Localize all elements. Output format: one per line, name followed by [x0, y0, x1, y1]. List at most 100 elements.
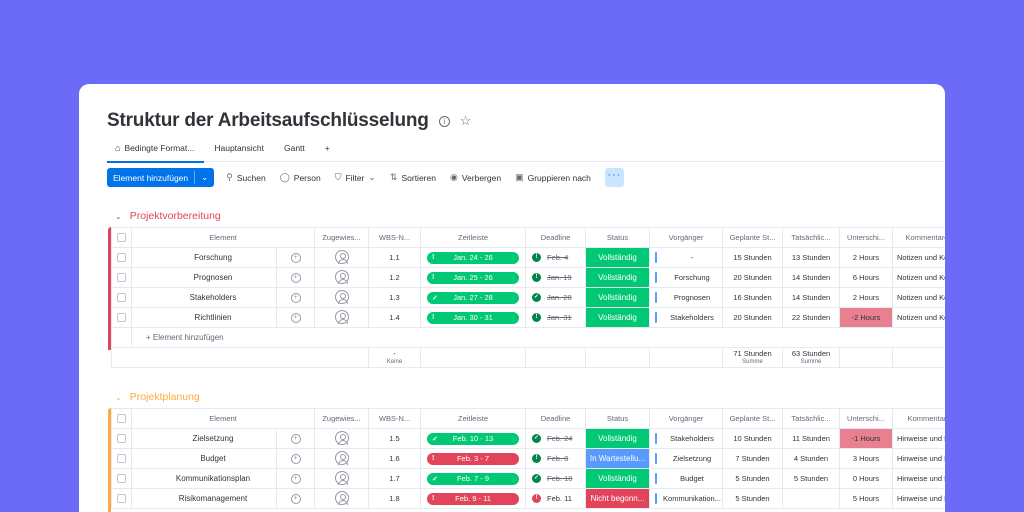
timeline-pill[interactable]: ✓ Jan. 27 - 28 [427, 291, 520, 304]
assignee-cell[interactable] [314, 488, 370, 509]
assignee-cell[interactable] [314, 287, 370, 308]
table-row[interactable]: Zielsetzung +1.5 ✓ Feb. 10 - 13 ✓ Feb. 24 Voll… [111, 428, 945, 449]
add-comment-icon[interactable]: + [290, 434, 301, 444]
avatar-icon[interactable] [334, 249, 349, 264]
row-checkbox-cell[interactable] [111, 287, 132, 308]
difference-cell[interactable]: 2 Hours [839, 287, 894, 308]
assignee-cell[interactable] [314, 468, 370, 489]
add-comment-icon[interactable]: + [290, 474, 301, 484]
deadline-cell[interactable]: ! Feb. 4 [525, 247, 587, 268]
row-checkbox-cell[interactable] [111, 488, 132, 509]
checkbox[interactable] [117, 233, 126, 243]
planned-hours-cell[interactable]: 5 Stunden [722, 488, 784, 509]
timeline-pill[interactable]: ✓ Feb. 10 - 13 [427, 432, 520, 445]
predecessor-cell[interactable]: Forschung [649, 267, 724, 288]
add-update-cell[interactable]: + [275, 267, 316, 288]
deadline-cell[interactable]: ✓ Jan. 28 [525, 287, 587, 308]
predecessor-cell[interactable]: Stakeholders [649, 307, 724, 328]
row-checkbox-cell[interactable] [111, 267, 132, 288]
column-header[interactable]: Tatsächlic... [782, 227, 841, 248]
actual-hours-cell[interactable]: 14 Stunden [782, 287, 841, 308]
table-row[interactable]: Forschung +1.1! Jan. 24 - 26! Feb. 4 Vollstä… [111, 247, 945, 268]
more-options-button[interactable]: ··· [604, 168, 624, 187]
row-checkbox-cell[interactable] [111, 468, 132, 489]
difference-cell[interactable]: 3 Hours [839, 448, 894, 469]
assignee-cell[interactable] [314, 307, 370, 328]
add-comment-icon[interactable]: + [290, 293, 301, 303]
difference-cell[interactable]: 0 Hours [839, 468, 894, 489]
actual-hours-cell[interactable]: 13 Stunden [782, 247, 841, 268]
actual-hours-cell[interactable]: 14 Stunden [782, 267, 841, 288]
predecessor-cell[interactable]: Zielsetzung [649, 448, 724, 469]
deadline-cell[interactable]: ! Feb. 8 [525, 448, 587, 469]
timeline-cell[interactable]: ✓ Feb. 10 - 13 [420, 428, 527, 449]
add-update-cell[interactable]: + [275, 428, 316, 449]
wbs-cell[interactable]: 1.2 [368, 267, 422, 288]
item-name[interactable]: Kommunikationsplan [131, 468, 277, 489]
status-cell[interactable]: In Wartestellu... [585, 448, 651, 469]
add-update-cell[interactable]: + [275, 307, 316, 328]
group-by-button[interactable]: ▣ Gruppieren nach [515, 172, 591, 183]
assignee-cell[interactable] [314, 448, 370, 469]
column-header[interactable]: WBS-N... [368, 408, 422, 429]
checkbox[interactable] [117, 494, 126, 504]
actual-hours-cell[interactable]: 22 Stunden [782, 307, 841, 328]
add-update-cell[interactable]: + [275, 488, 316, 509]
column-header[interactable]: Unterschi... [839, 227, 894, 248]
add-comment-icon[interactable]: + [290, 494, 301, 504]
wbs-cell[interactable]: 1.5 [368, 428, 422, 449]
tab-main-view[interactable]: Hauptansicht [204, 140, 274, 162]
column-header[interactable]: Element [130, 227, 316, 248]
timeline-cell[interactable]: ✓ Feb. 7 - 9 [420, 468, 527, 489]
item-name[interactable]: Richtlinien [131, 307, 277, 328]
tab-conditional-format[interactable]: ⌂ Bedingte Format... [107, 140, 205, 163]
wbs-cell[interactable]: 1.7 [368, 468, 422, 489]
deadline-cell[interactable]: ! Jan. 19 [525, 267, 587, 288]
column-header[interactable]: Kommentare [892, 227, 945, 248]
timeline-pill[interactable]: ! Feb. 9 - 11 [427, 492, 520, 505]
comment-cell[interactable]: Hinweise und E [892, 448, 945, 469]
status-cell[interactable]: Vollständig [585, 428, 651, 449]
item-name[interactable]: Budget [131, 448, 277, 469]
planned-hours-cell[interactable]: 20 Stunden [722, 267, 784, 288]
column-header[interactable]: Geplante St... [722, 408, 784, 429]
select-all-cell[interactable] [111, 227, 132, 248]
predecessor-cell[interactable]: Budget [649, 468, 724, 489]
column-header[interactable]: Geplante St... [722, 227, 784, 248]
comment-cell[interactable]: Notizen und Ko [892, 267, 945, 288]
deadline-cell[interactable]: ! Feb. 11 [525, 488, 587, 509]
table-row[interactable]: Prognosen +1.2! Jan. 25 - 26! Jan. 19 Vollst… [111, 267, 945, 288]
comment-cell[interactable]: Hinweise und E [892, 488, 945, 509]
table-row[interactable]: Kommunikationsplan +1.7 ✓ Feb. 7 - 9 ✓ Feb. 1… [111, 468, 945, 489]
checkbox[interactable] [117, 273, 126, 283]
comment-cell[interactable]: Notizen und Ko [892, 287, 945, 308]
filter-button[interactable]: ⛉ Filter ⌄ [335, 172, 376, 183]
group-header[interactable]: ⌄ Projektvorbereitung [115, 210, 221, 222]
add-update-cell[interactable]: + [275, 247, 316, 268]
add-update-cell[interactable]: + [275, 287, 316, 308]
timeline-pill[interactable]: ! Jan. 25 - 26 [427, 271, 520, 284]
tab-gantt[interactable]: Gantt [274, 140, 315, 162]
wbs-cell[interactable]: 1.1 [368, 247, 422, 268]
column-header[interactable]: Zeitleiste [420, 408, 527, 429]
row-checkbox-cell[interactable] [111, 307, 132, 328]
timeline-pill[interactable]: ! Jan. 30 - 31 [427, 311, 520, 324]
info-icon[interactable]: i [438, 115, 450, 127]
checkbox[interactable] [117, 414, 126, 424]
predecessor-cell[interactable]: - [649, 247, 724, 268]
planned-hours-cell[interactable]: 10 Stunden [722, 428, 784, 449]
group-title[interactable]: Projektplanung [130, 391, 200, 403]
column-header[interactable]: Zugewies... [314, 227, 370, 248]
person-button[interactable]: ◯ Person [280, 172, 321, 183]
checkbox[interactable] [117, 474, 126, 484]
wbs-cell[interactable]: 1.8 [368, 488, 422, 509]
comment-cell[interactable]: Notizen und Ko [892, 247, 945, 268]
add-comment-icon[interactable]: + [290, 313, 301, 323]
row-checkbox-cell[interactable] [111, 448, 132, 469]
add-comment-icon[interactable]: + [290, 454, 301, 464]
planned-hours-cell[interactable]: 20 Stunden [722, 307, 784, 328]
actual-hours-cell[interactable] [782, 488, 841, 509]
timeline-cell[interactable]: ! Feb. 9 - 11 [420, 488, 527, 509]
chevron-down-icon[interactable]: ⌄ [115, 393, 122, 402]
assignee-cell[interactable] [314, 428, 370, 449]
